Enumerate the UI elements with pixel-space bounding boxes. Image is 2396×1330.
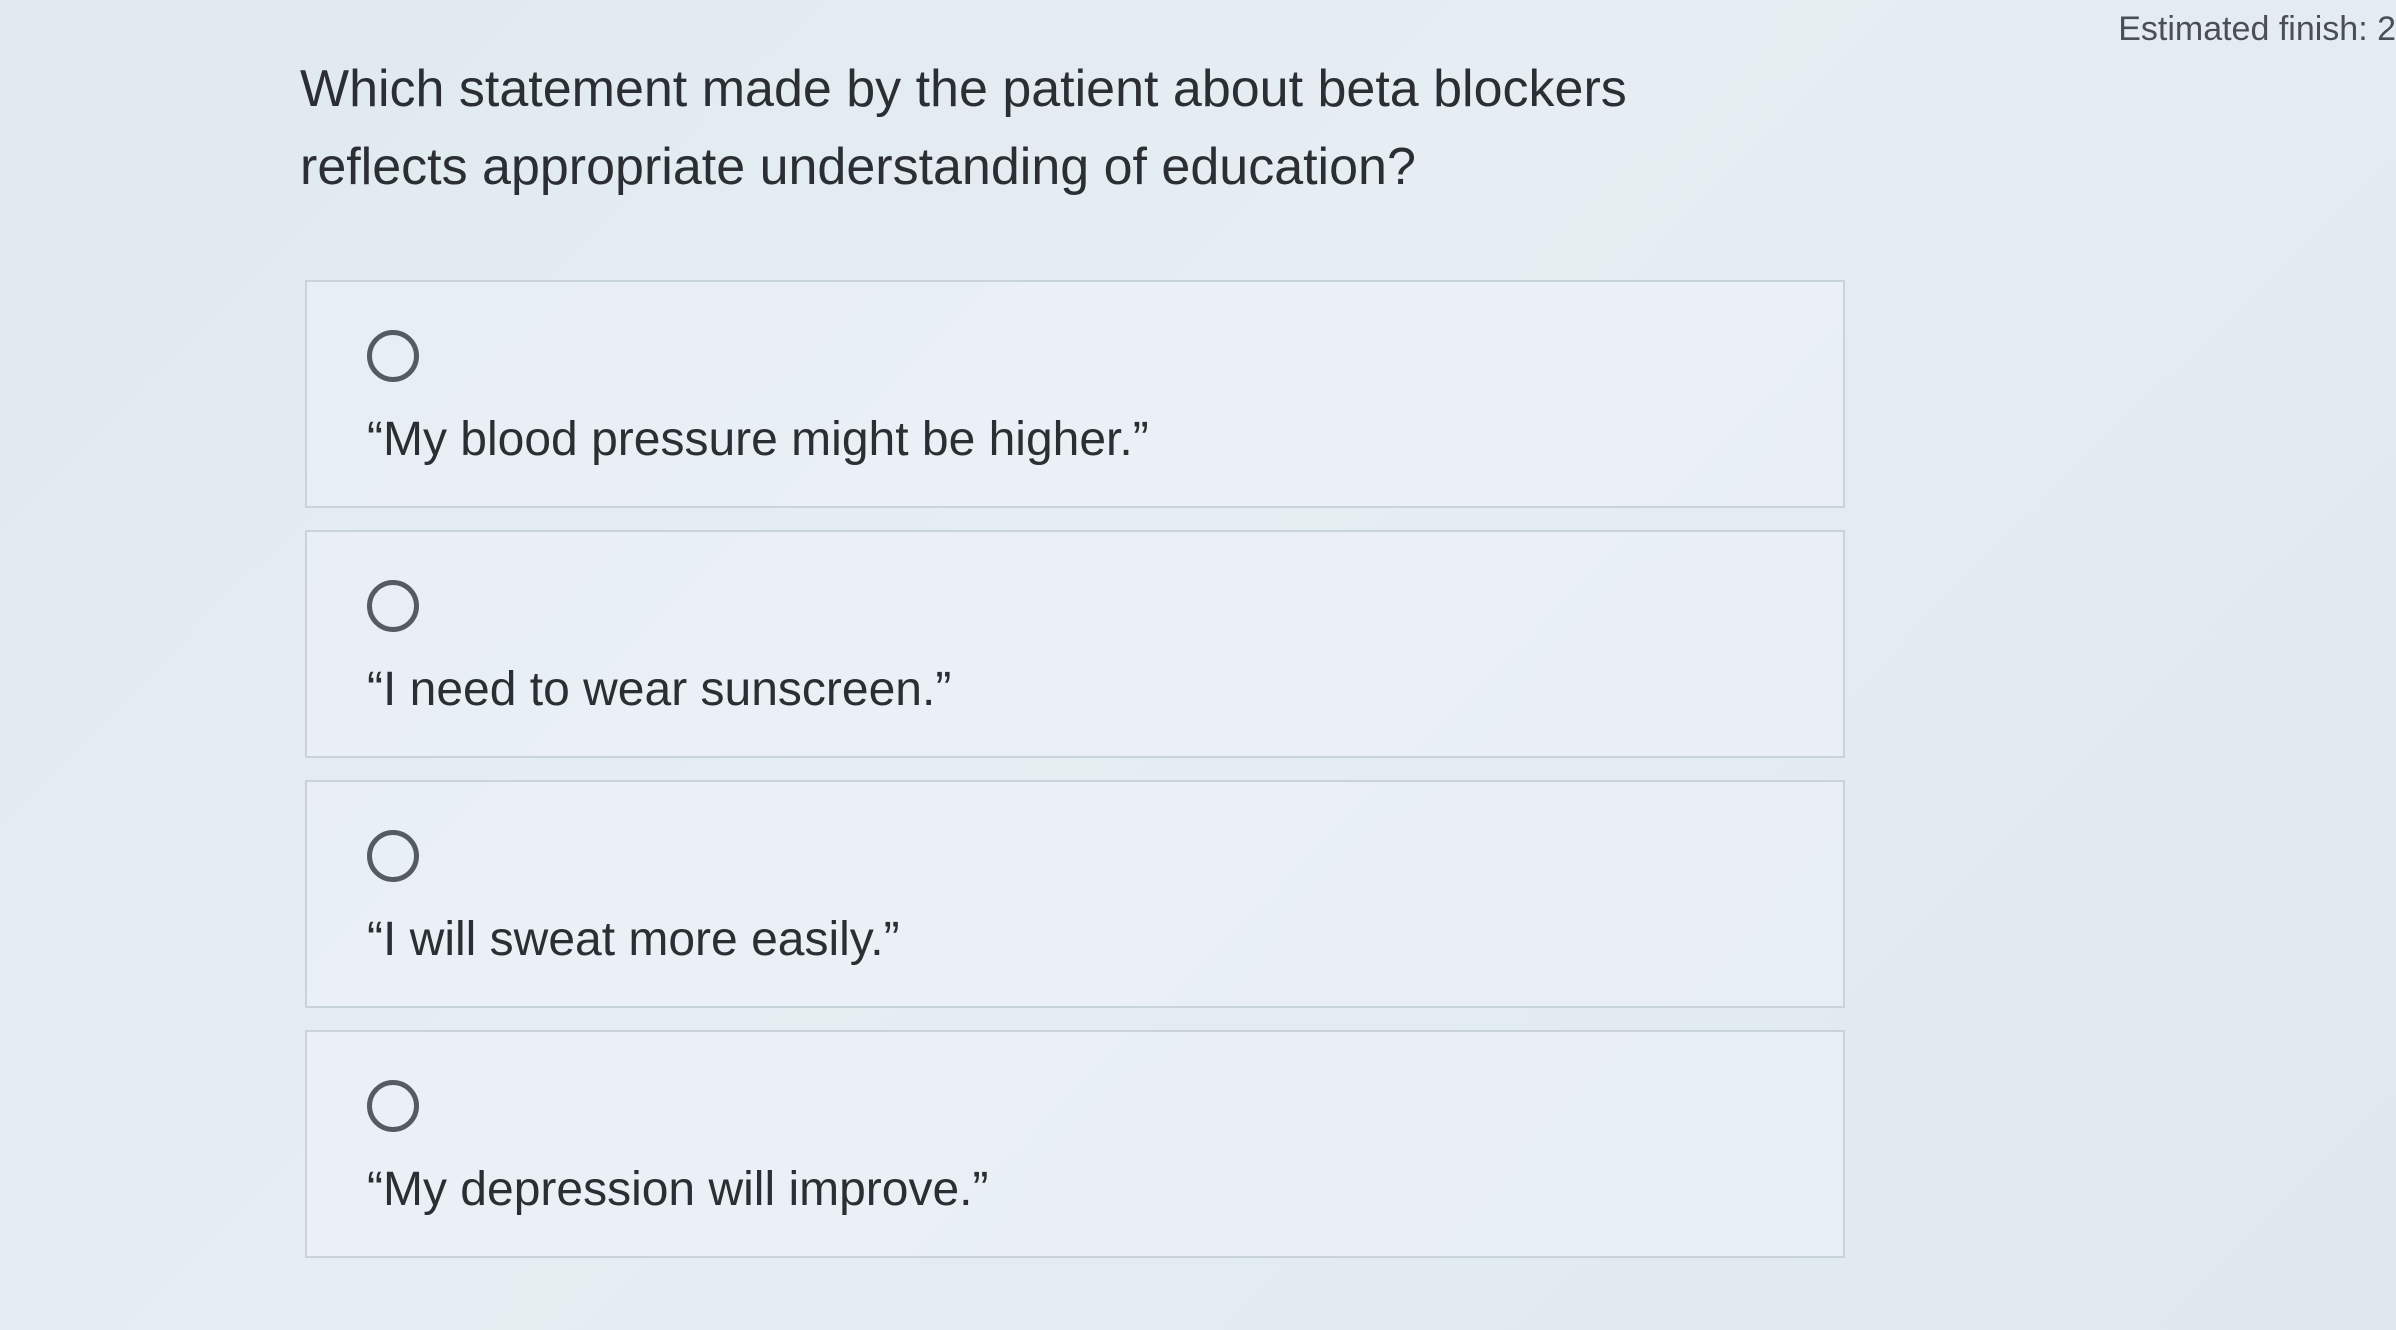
answer-options: “My blood pressure might be higher.” “I … <box>305 280 1845 1280</box>
answer-option-3[interactable]: “I will sweat more easily.” <box>305 780 1845 1008</box>
answer-option-4[interactable]: “My depression will improve.” <box>305 1030 1845 1258</box>
answer-option-label: “I need to wear sunscreen.” <box>367 663 952 716</box>
radio-button-icon[interactable] <box>367 330 419 382</box>
radio-button-icon[interactable] <box>367 1080 419 1132</box>
answer-option-label: “My blood pressure might be higher.” <box>367 413 1149 466</box>
radio-button-icon[interactable] <box>367 830 419 882</box>
question-text: Which statement made by the patient abou… <box>300 60 1627 196</box>
radio-button-icon[interactable] <box>367 580 419 632</box>
estimated-finish: Estimated finish: 2 <box>2118 10 2396 48</box>
answer-option-1[interactable]: “My blood pressure might be higher.” <box>305 280 1845 508</box>
answer-option-2[interactable]: “I need to wear sunscreen.” <box>305 530 1845 758</box>
answer-option-label: “I will sweat more easily.” <box>367 913 900 966</box>
answer-option-label: “My depression will improve.” <box>367 1163 989 1216</box>
